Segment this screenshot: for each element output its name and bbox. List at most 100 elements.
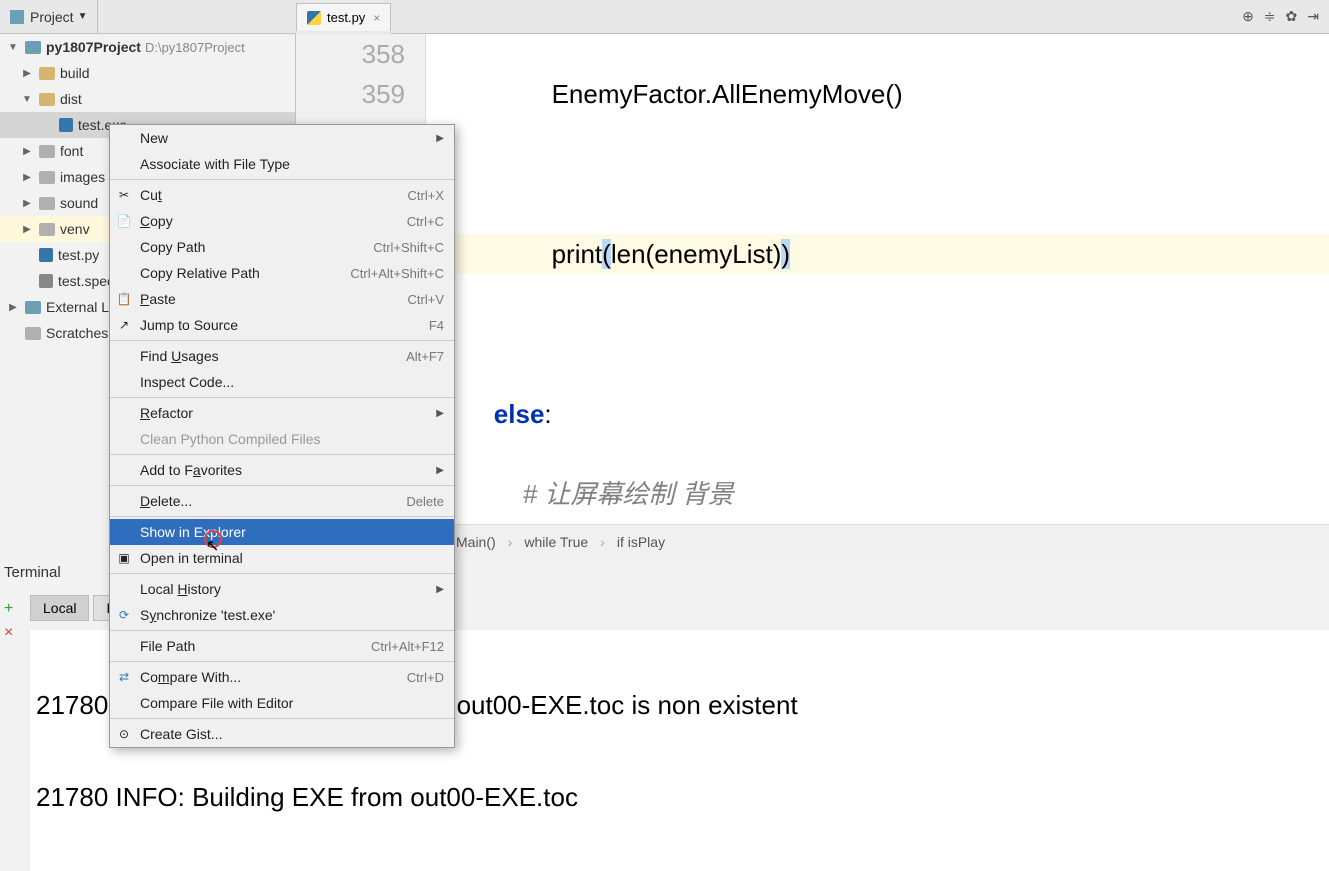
menu-open-terminal[interactable]: ▣Open in terminal [110,545,454,571]
cut-icon: ✂ [116,187,132,203]
menu-local-history[interactable]: Local History▶ [110,576,454,602]
jump-icon: ↗ [116,317,132,333]
item-label: venv [60,221,90,237]
tab-filename: test.py [327,10,365,25]
code-area[interactable]: EnemyFactor.AllEnemyMove() print(len(ene… [426,34,1329,524]
copy-icon: 📄 [116,213,132,229]
tab-close-icon[interactable]: × [373,11,380,25]
menu-file-path[interactable]: File PathCtrl+Alt+F12 [110,633,454,659]
chevron-right-icon: ▶ [436,133,444,144]
menu-cut[interactable]: ✂CutCtrl+X [110,182,454,208]
menu-separator [110,397,454,398]
library-icon [25,301,41,314]
item-label: test.spec [58,273,114,289]
menu-copy[interactable]: 📄CopyCtrl+C [110,208,454,234]
breadcrumb-item[interactable]: if isPlay [617,534,665,550]
folder-icon [25,41,41,54]
item-label: sound [60,195,98,211]
python-file-icon [307,11,321,25]
line-number: 359 [296,74,405,114]
line-number: 358 [296,34,405,74]
breadcrumb-item[interactable]: Main() [456,534,496,550]
expand-icon[interactable]: ▼ [6,42,20,53]
terminal-tab-local[interactable]: Local [30,595,89,621]
terminal-tool-label[interactable]: Terminal [4,564,61,581]
sync-icon: ⟳ [116,607,132,623]
menu-jump-to-source[interactable]: ↗Jump to SourceF4 [110,312,454,338]
item-label: test.py [58,247,99,263]
folder-icon [39,171,55,184]
menu-separator [110,718,454,719]
code-line [436,154,1329,194]
folder-icon [39,67,55,80]
project-label: Project [30,9,74,25]
item-label: font [60,143,83,159]
code-line: EnemyFactor.AllEnemyMove() [436,74,1329,114]
menu-associate[interactable]: Associate with File Type [110,151,454,177]
menu-copy-path[interactable]: Copy PathCtrl+Shift+C [110,234,454,260]
menu-refactor[interactable]: Refactor▶ [110,400,454,426]
menu-separator [110,573,454,574]
scratches-icon [25,327,41,340]
menu-separator [110,630,454,631]
project-tool-button[interactable]: Project ▼ [0,0,98,33]
item-label: images [60,169,105,185]
chevron-right-icon: › [508,534,513,550]
menu-copy-relative-path[interactable]: Copy Relative PathCtrl+Alt+Shift+C [110,260,454,286]
add-terminal-icon[interactable]: + [4,600,13,618]
hide-icon[interactable]: ⇥ [1307,8,1319,25]
menu-clean-compiled: Clean Python Compiled Files [110,426,454,452]
spec-file-icon [39,274,53,288]
expand-icon[interactable]: ▶ [20,172,34,183]
menu-separator [110,179,454,180]
breadcrumb-item[interactable]: while True [524,534,588,550]
close-terminal-icon[interactable]: × [4,624,13,642]
code-line [436,314,1329,354]
gear-icon[interactable]: ✿ [1286,8,1298,25]
chevron-right-icon: › [600,534,605,550]
menu-separator [110,454,454,455]
folder-icon [39,197,55,210]
code-line: else: [436,394,1329,434]
menu-separator [110,661,454,662]
expand-icon[interactable]: ▶ [20,146,34,157]
menu-paste[interactable]: 📋PasteCtrl+V [110,286,454,312]
expand-icon[interactable]: ▶ [20,198,34,209]
folder-icon [39,223,55,236]
menu-separator [110,340,454,341]
tree-item-build[interactable]: ▶ build [0,60,295,86]
menu-separator [110,516,454,517]
github-icon: ⊙ [116,726,132,742]
project-icon [10,10,24,24]
menu-inspect-code[interactable]: Inspect Code... [110,369,454,395]
root-path: D:\py1807Project [145,40,245,55]
code-line: print(len(enemyList)) [436,234,1329,274]
dropdown-arrow-icon: ▼ [78,11,88,22]
target-icon[interactable]: ⊕ [1242,8,1254,25]
menu-show-in-explorer[interactable]: Show in Explorer [110,519,454,545]
menu-find-usages[interactable]: Find UsagesAlt+F7 [110,343,454,369]
menu-delete[interactable]: Delete...Delete [110,488,454,514]
collapse-icon[interactable]: ≑ [1264,8,1276,25]
expand-icon[interactable]: ▶ [20,224,34,235]
menu-add-favorites[interactable]: Add to Favorites▶ [110,457,454,483]
tree-root[interactable]: ▼ py1807Project D:\py1807Project [0,34,295,60]
terminal-line: 21780 INFO: Building EXE from out00-EXE.… [36,774,1323,820]
expand-icon[interactable]: ▶ [20,68,34,79]
expand-icon[interactable]: ▶ [6,302,20,313]
terminal-side-icons: + × [4,600,13,642]
menu-compare-editor[interactable]: Compare File with Editor [110,690,454,716]
editor-tab-test-py[interactable]: test.py × [296,3,391,31]
folder-icon [39,93,55,106]
cursor-icon: ↖ [206,536,219,556]
item-label: build [60,65,90,81]
menu-create-gist[interactable]: ⊙Create Gist... [110,721,454,747]
menu-new[interactable]: New▶ [110,125,454,151]
root-name: py1807Project [46,39,141,55]
tree-item-dist[interactable]: ▼ dist [0,86,295,112]
terminal-line: 21780 INFO: Appending archive to EXE D:\… [36,866,1323,871]
menu-compare-with[interactable]: ⇄Compare With...Ctrl+D [110,664,454,690]
menu-synchronize[interactable]: ⟳Synchronize 'test.exe' [110,602,454,628]
chevron-right-icon: ▶ [436,408,444,419]
expand-icon[interactable]: ▼ [20,94,34,105]
